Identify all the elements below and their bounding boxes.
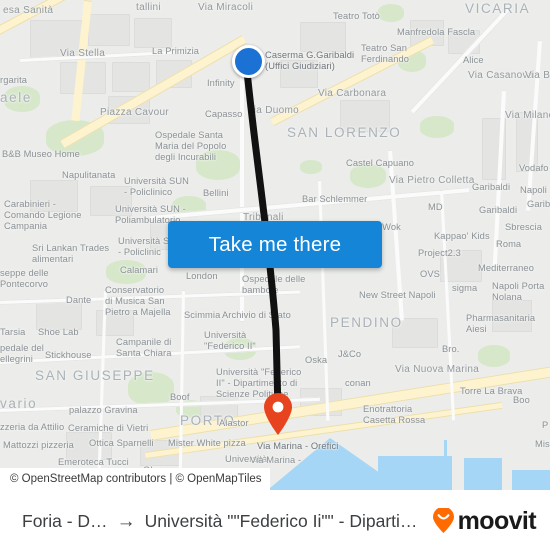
arrow-right-icon: →: [116, 510, 136, 532]
take-me-there-button[interactable]: Take me there: [168, 221, 382, 268]
moovit-wordmark: moovit: [457, 506, 537, 535]
destination-pin-marker[interactable]: [262, 392, 294, 436]
app-root: Caserma G.Garibaldi (Uffici Giudiziari) T…: [0, 0, 550, 551]
trip-origin-label: Foria - D…: [22, 510, 108, 531]
attribution-text: © OpenStreetMap contributors | © OpenMap…: [10, 473, 262, 485]
map-attribution[interactable]: © OpenStreetMap contributors | © OpenMap…: [0, 468, 270, 490]
bottom-bar: Foria - D… → Università ""Federico Ii"" …: [0, 490, 550, 551]
trip-summary[interactable]: Foria - D… → Università ""Federico Ii"" …: [0, 511, 432, 532]
map-canvas[interactable]: Caserma G.Garibaldi (Uffici Giudiziari) T…: [0, 0, 550, 490]
trip-destination-label: Università ""Federico Ii"" - Dipartiment…: [144, 510, 432, 531]
moovit-brand[interactable]: moovit: [432, 507, 550, 536]
moovit-pin-icon: [432, 506, 455, 534]
origin-dot-marker[interactable]: [232, 45, 265, 78]
take-me-there-label: Take me there: [208, 232, 342, 256]
